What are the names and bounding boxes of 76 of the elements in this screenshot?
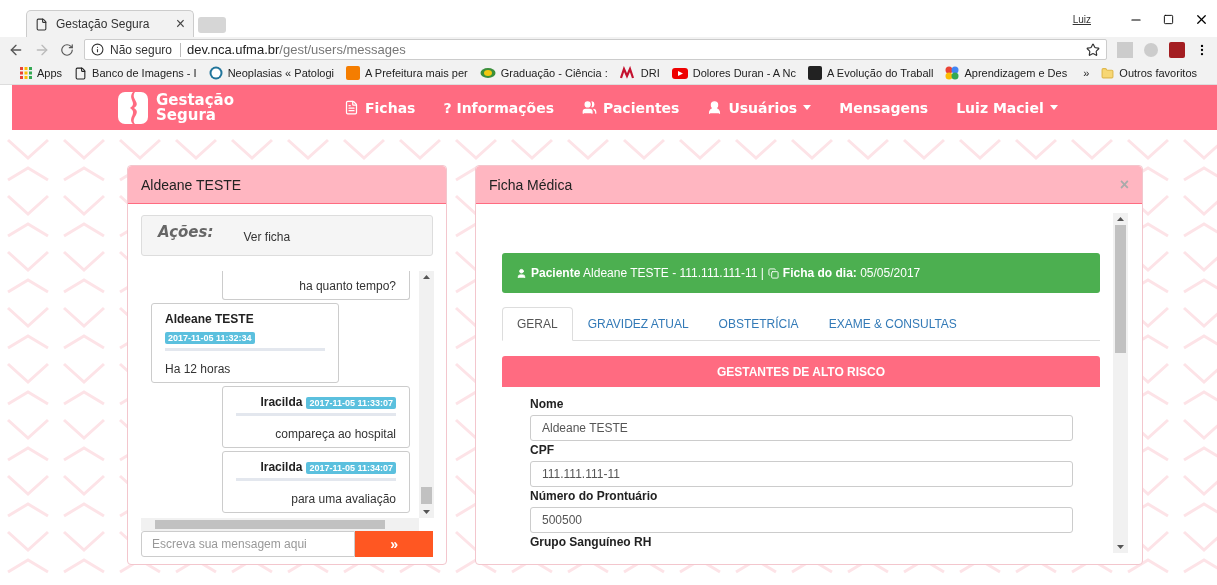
text-field[interactable]: 500500 [530,507,1073,533]
bookmark[interactable]: Apps [20,67,63,79]
bookmark[interactable]: Graduação - Ciência : [479,67,608,79]
message-text: Ha 12 horas [165,362,232,376]
bookmark[interactable]: Aprendizagem e Des [945,66,1068,80]
bookmark[interactable]: A Evolução do Traball [808,66,934,80]
patient-info: Paciente Aldeane TESTE - 111.111.111-11 | [531,266,764,280]
tab[interactable]: GERAL [502,307,573,341]
message-input[interactable]: Escreva sua mensagem aqui [141,531,356,557]
horizontal-scrollbar[interactable] [141,518,419,531]
message-author: Aldeane TESTE [165,312,254,326]
m-logo-icon [619,66,636,80]
message-author: Iracilda [260,460,303,474]
reload-icon[interactable] [60,42,74,57]
vertical-scrollbar[interactable] [419,271,434,518]
scroll-up-icon[interactable] [423,275,430,279]
bookmark[interactable]: DRI [619,66,660,80]
users-icon [582,100,597,115]
section-title: GESTANTES DE ALTO RISCO [716,364,886,379]
youtube-icon [671,67,688,79]
message-text: compareça ao hospital [274,427,396,441]
browser-tab[interactable]: Gestação Segura × [26,10,194,37]
apps-grid-icon [20,67,32,79]
star-icon[interactable] [1086,42,1100,57]
tab[interactable]: GRAVIDEZ ATUAL [572,307,704,341]
file-icon [344,100,359,115]
profile-name[interactable]: Luiz [1072,14,1091,25]
message-time: 2017-11-05 11:33:07 [306,397,396,409]
view-record-link[interactable]: Ver ficha [243,229,291,244]
restore-icon[interactable] [1163,14,1174,25]
bookmark[interactable]: Banco de Imagens - I [74,66,197,80]
message-time: 2017-11-05 11:34:07 [306,462,396,474]
message-text: para uma avaliação [290,492,396,506]
text-field[interactable]: 111.111.111-11 [530,461,1073,487]
copy-icon [767,267,779,279]
extension-icon[interactable] [1169,41,1185,58]
bookmark[interactable]: A Prefeitura mais per [346,66,468,80]
bookmark[interactable]: Dolores Duran - A Nc [671,67,797,79]
scroll-thumb[interactable] [155,520,385,529]
url-text: dev.nca.ufma.br/gest/users/messages [187,42,406,57]
message-text: ha quanto tempo? [298,279,396,293]
more-bookmarks-button[interactable]: » [1083,67,1090,79]
security-label: Não seguro [110,42,182,57]
page-icon [74,66,88,80]
field-label: Nome [530,397,565,411]
blogger-icon [346,66,361,80]
close-icon[interactable] [1194,12,1209,27]
scroll-thumb[interactable] [1115,225,1126,353]
field-label: Número do Prontuário [530,489,659,503]
address-bar[interactable]: Não seguro dev.nca.ufma.br/gest/users/messages [84,39,1107,60]
scroll-up-icon[interactable] [1117,217,1124,221]
user-icon [707,100,723,115]
tab[interactable]: EXAME & CONSULTAS [813,307,972,341]
message-author: Iracilda [260,395,303,409]
field-label: Grupo Sanguíneo RH [530,535,653,549]
field-label: CPF [530,443,555,457]
folder-icon [1101,66,1115,80]
user-icon [516,267,527,279]
scroll-down-icon[interactable] [1117,545,1124,549]
scroll-down-icon[interactable] [423,510,430,514]
info-icon [91,43,104,56]
bookmark[interactable]: Neoplasias « Patologi [208,66,335,80]
vertical-scrollbar[interactable] [1113,213,1128,553]
tab[interactable]: OBSTETRÍCIA [703,307,814,341]
message-time: 2017-11-05 11:32:34 [165,332,255,344]
tab-close-button[interactable]: × [175,15,185,33]
panel-title: Aldeane TESTE [141,176,242,193]
panel-title: Ficha Médica [489,176,573,193]
text-field[interactable]: Aldeane TESTE [530,415,1073,441]
tab-title: Gestação Segura [56,17,150,31]
bookmark-folder[interactable]: Outros favoritos [1101,66,1197,80]
record-date: Ficha do dia: 05/05/2017 [782,266,921,280]
actions-label: Ações: [158,222,214,241]
logo-icon[interactable] [116,90,150,125]
scroll-thumb[interactable] [421,487,432,504]
page-icon [35,17,48,31]
